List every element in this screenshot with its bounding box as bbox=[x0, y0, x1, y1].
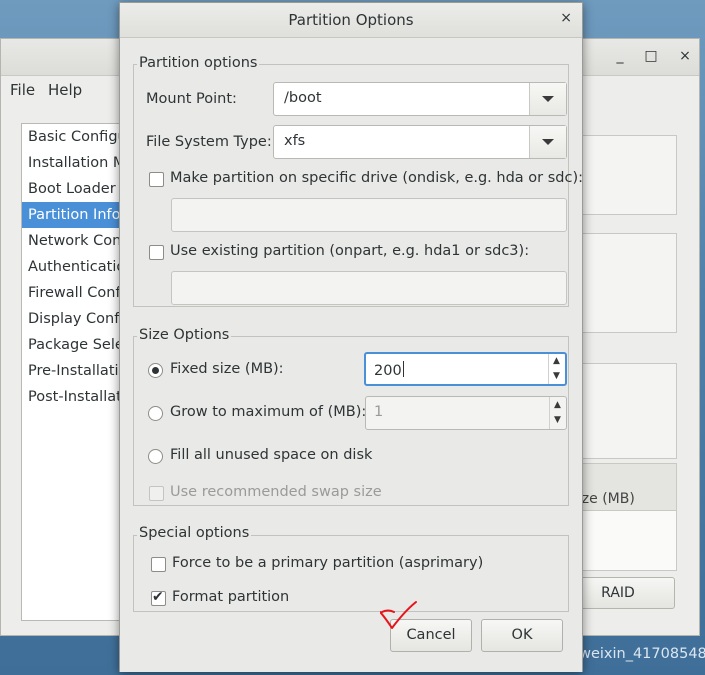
checkmark-icon: ✔ bbox=[152, 589, 164, 605]
sidebar-item-authentication[interactable]: Authentication bbox=[22, 254, 130, 280]
chevron-down-icon bbox=[542, 139, 554, 145]
specific-drive-checkbox[interactable] bbox=[149, 172, 164, 187]
sidebar: Basic Configuration Installation Method … bbox=[21, 123, 131, 621]
existing-partition-label[interactable]: Use existing partition (onpart, e.g. hda… bbox=[170, 243, 529, 259]
fixed-size-value[interactable]: 200 bbox=[374, 361, 404, 379]
special-options-legend: Special options bbox=[137, 525, 252, 541]
sidebar-item-display-configuration[interactable]: Display Configuration bbox=[22, 306, 130, 332]
increment-arrow-icon[interactable]: ▲ bbox=[553, 357, 560, 366]
increment-arrow-icon[interactable]: ▲ bbox=[554, 401, 561, 410]
fill-space-radio[interactable] bbox=[148, 449, 163, 464]
menu-file[interactable]: File bbox=[10, 81, 35, 99]
sidebar-item-basic-configuration[interactable]: Basic Configuration bbox=[22, 124, 130, 150]
dialog-close-icon[interactable]: × bbox=[560, 10, 572, 26]
ok-button[interactable]: OK bbox=[481, 619, 563, 652]
fixed-size-stepper[interactable]: ▲ ▼ bbox=[548, 354, 565, 384]
red-checkmark-annotation bbox=[380, 601, 417, 629]
check-stroke bbox=[380, 601, 417, 629]
fixed-size-text: 200 bbox=[374, 363, 402, 379]
mount-point-dropdown-button[interactable] bbox=[529, 83, 566, 115]
sidebar-item-firewall-configuration[interactable]: Firewall Configuration bbox=[22, 280, 130, 306]
primary-partition-checkbox[interactable] bbox=[151, 557, 166, 572]
decrement-arrow-icon[interactable]: ▼ bbox=[554, 416, 561, 425]
radio-selected-dot bbox=[152, 367, 159, 374]
mount-point-label: Mount Point: bbox=[146, 91, 237, 107]
sidebar-item-package-selection[interactable]: Package Selection bbox=[22, 332, 130, 358]
sidebar-item-network-configuration[interactable]: Network Configuration bbox=[22, 228, 130, 254]
fs-type-combo[interactable]: xfs bbox=[273, 125, 567, 159]
existing-partition-input[interactable] bbox=[171, 271, 567, 305]
sidebar-item-boot-loader[interactable]: Boot Loader Options bbox=[22, 176, 130, 202]
dialog-body: Partition options Mount Point: /boot Fil… bbox=[120, 38, 583, 672]
format-partition-label[interactable]: Format partition bbox=[172, 589, 289, 605]
existing-partition-checkbox[interactable] bbox=[149, 245, 164, 260]
mount-point-combo[interactable]: /boot bbox=[273, 82, 567, 116]
fixed-size-radio[interactable] bbox=[148, 363, 163, 378]
grow-max-label[interactable]: Grow to maximum of (MB): bbox=[170, 404, 366, 420]
grow-max-value[interactable]: 1 bbox=[374, 404, 383, 420]
maximize-button[interactable]: □ bbox=[642, 47, 660, 65]
size-options-legend: Size Options bbox=[137, 327, 232, 343]
sidebar-item-partition-information[interactable]: Partition Information bbox=[22, 202, 130, 228]
sidebar-item-pre-installation[interactable]: Pre-Installation Script bbox=[22, 358, 130, 384]
grow-max-radio[interactable] bbox=[148, 406, 163, 421]
check-tail-stroke bbox=[381, 609, 395, 613]
swap-size-checkbox[interactable] bbox=[149, 486, 164, 501]
grow-max-stepper[interactable]: ▲ ▼ bbox=[549, 397, 566, 429]
mount-point-value[interactable]: /boot bbox=[284, 90, 322, 106]
decrement-arrow-icon[interactable]: ▼ bbox=[553, 372, 560, 381]
partition-options-legend: Partition options bbox=[137, 55, 260, 71]
grow-max-spinner[interactable]: 1 ▲ ▼ bbox=[365, 396, 567, 430]
primary-partition-label[interactable]: Force to be a primary partition (asprima… bbox=[172, 555, 483, 571]
fill-space-label[interactable]: Fill all unused space on disk bbox=[170, 447, 372, 463]
fixed-size-label[interactable]: Fixed size (MB): bbox=[170, 361, 284, 377]
dialog-title: Partition Options bbox=[288, 11, 414, 29]
specific-drive-input[interactable] bbox=[171, 198, 567, 232]
fs-type-dropdown-button[interactable] bbox=[529, 126, 566, 158]
close-window-button[interactable]: × bbox=[676, 47, 694, 65]
specific-drive-label[interactable]: Make partition on specific drive (ondisk… bbox=[170, 170, 583, 186]
fixed-size-spinner[interactable]: 200 ▲ ▼ bbox=[364, 352, 567, 386]
fs-type-value: xfs bbox=[284, 133, 306, 149]
menu-help[interactable]: Help bbox=[48, 81, 82, 99]
swap-size-label: Use recommended swap size bbox=[170, 484, 382, 500]
text-cursor bbox=[402, 361, 404, 377]
dialog-titlebar: Partition Options × bbox=[120, 3, 582, 38]
minimize-button[interactable]: _ bbox=[611, 47, 629, 65]
sidebar-item-installation-method[interactable]: Installation Method bbox=[22, 150, 130, 176]
partition-options-dialog: Partition Options × Partition options Mo… bbox=[119, 2, 583, 672]
format-partition-checkbox[interactable]: ✔ bbox=[151, 589, 166, 606]
fs-type-label: File System Type: bbox=[146, 134, 272, 150]
sidebar-item-post-installation[interactable]: Post-Installation Script bbox=[22, 384, 130, 410]
chevron-down-icon bbox=[542, 96, 554, 102]
